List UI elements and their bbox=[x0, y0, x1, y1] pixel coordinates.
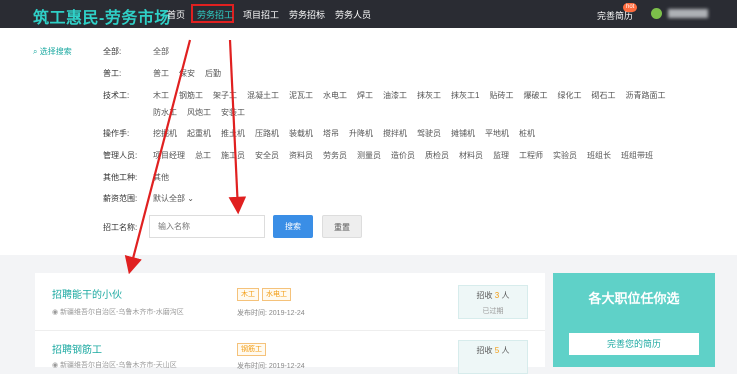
filter-row-label: 普工: bbox=[103, 69, 122, 78]
filter-option[interactable]: 普工 bbox=[153, 68, 169, 79]
filter-option[interactable]: 水电工 bbox=[323, 90, 347, 101]
filter-option[interactable]: 抹灰工 bbox=[417, 90, 441, 101]
filter-option[interactable]: 抹灰工1 bbox=[451, 90, 479, 101]
filter-option[interactable]: 沥青路面工 bbox=[626, 90, 666, 101]
nav-labor-recruit[interactable]: 劳务招工 bbox=[197, 8, 233, 21]
filter-option[interactable]: 工程师 bbox=[519, 150, 543, 161]
filter-option[interactable]: 监理 bbox=[493, 150, 509, 161]
name-label: 招工名称: bbox=[103, 223, 138, 232]
reset-button[interactable]: 重置 bbox=[322, 215, 362, 238]
filter-option[interactable]: 劳务员 bbox=[323, 150, 347, 161]
filter-row-label: 其他工种: bbox=[103, 173, 138, 182]
search-icon: ⌕ bbox=[33, 47, 38, 56]
name-input[interactable] bbox=[149, 215, 265, 238]
promo-title: 各大职位任你选 bbox=[588, 291, 680, 306]
recruit-status-box: 招收 5 人 bbox=[458, 340, 528, 374]
filter-option[interactable]: 钢筋工 bbox=[179, 90, 203, 101]
hot-badge: hot bbox=[623, 3, 638, 12]
filter-option[interactable]: 材料员 bbox=[459, 150, 483, 161]
job-title[interactable]: 招聘能干的小伙 bbox=[52, 286, 122, 301]
filter-option[interactable]: 塔吊 bbox=[323, 128, 339, 139]
recruit-count: 招收 3 人 bbox=[476, 291, 510, 300]
row-divider bbox=[35, 330, 545, 331]
filter-option[interactable]: 安全员 bbox=[255, 150, 279, 161]
filter-option[interactable]: 防水工 bbox=[153, 107, 177, 118]
filter-option[interactable]: 泥瓦工 bbox=[289, 90, 313, 101]
filter-row-label: 薪资范围: bbox=[103, 194, 138, 203]
location-pin-icon: ◉ bbox=[52, 309, 59, 316]
filter-row-label: 全部: bbox=[103, 47, 122, 56]
job-title[interactable]: 招聘钢筋工 bbox=[52, 341, 102, 356]
filter-option[interactable]: 贴砖工 bbox=[490, 90, 514, 101]
filter-row-label: 操作手: bbox=[103, 129, 130, 138]
filter-option[interactable]: 质检员 bbox=[425, 150, 449, 161]
filter-option[interactable]: 绿化工 bbox=[558, 90, 582, 101]
publish-date: 发布时间: 2019-12-24 bbox=[237, 363, 305, 370]
filter-option[interactable]: 推土机 bbox=[221, 128, 245, 139]
filter-option[interactable]: 油漆工 bbox=[383, 90, 407, 101]
job-tag: 钢筋工 bbox=[237, 343, 266, 356]
filter-option[interactable]: 实验员 bbox=[553, 150, 577, 161]
filter-option[interactable]: 安装工 bbox=[221, 107, 245, 118]
nav-labor-workers[interactable]: 劳务人员 bbox=[335, 8, 371, 21]
filter-option[interactable]: 升降机 bbox=[349, 128, 373, 139]
expired-status: 已过期 bbox=[482, 308, 504, 315]
filter-option[interactable]: 保安 bbox=[179, 68, 195, 79]
filter-option[interactable]: 其他 bbox=[153, 172, 169, 183]
filter-option[interactable]: 造价员 bbox=[391, 150, 415, 161]
filter-option[interactable]: 爆破工 bbox=[524, 90, 548, 101]
filter-option[interactable]: 搅拌机 bbox=[383, 128, 407, 139]
job-tag: 水电工 bbox=[262, 288, 291, 301]
filter-option[interactable]: 后勤 bbox=[205, 68, 221, 79]
user-avatar[interactable] bbox=[651, 8, 662, 19]
filter-option[interactable]: 测量员 bbox=[357, 150, 381, 161]
filter-option[interactable]: 焊工 bbox=[357, 90, 373, 101]
filter-option[interactable]: 压路机 bbox=[255, 128, 279, 139]
filter-row-label: 管理人员: bbox=[103, 151, 138, 160]
search-toggle-label: 选择搜索 bbox=[39, 47, 72, 56]
filter-option[interactable]: 驾驶员 bbox=[417, 128, 441, 139]
filter-option[interactable]: 默认全部 ⌄ bbox=[153, 193, 194, 204]
filter-option[interactable]: 平地机 bbox=[485, 128, 509, 139]
filter-option[interactable]: 装载机 bbox=[289, 128, 313, 139]
filter-option[interactable]: 风炮工 bbox=[187, 107, 211, 118]
filter-option[interactable]: 施工员 bbox=[221, 150, 245, 161]
username-blurred[interactable] bbox=[668, 9, 708, 18]
complete-resume-button[interactable]: 完善您的简历 bbox=[569, 333, 699, 355]
nav-home[interactable]: 首页 bbox=[167, 8, 185, 21]
filter-option[interactable]: 架子工 bbox=[213, 90, 237, 101]
recruit-count: 招收 5 人 bbox=[476, 346, 510, 355]
search-button[interactable]: 搜索 bbox=[273, 215, 313, 238]
filter-option[interactable]: 项目经理 bbox=[153, 150, 185, 161]
filter-option[interactable]: 木工 bbox=[153, 90, 169, 101]
filter-option[interactable]: 总工 bbox=[195, 150, 211, 161]
recruit-status-box: 招收 3 人 已过期 bbox=[458, 285, 528, 319]
filter-option[interactable]: 摊铺机 bbox=[451, 128, 475, 139]
filter-option[interactable]: 挖掘机 bbox=[153, 128, 177, 139]
search-toggle[interactable]: ⌕ 选择搜索 bbox=[33, 46, 72, 57]
filter-row-label: 技术工: bbox=[103, 91, 130, 100]
filter-option[interactable]: 混凝土工 bbox=[247, 90, 279, 101]
job-location: ◉ 新疆维吾尔自治区-乌鲁木齐市-天山区 bbox=[52, 362, 177, 369]
top-navbar: 筑工惠民-劳务市场 首页 劳务招工 项目招工 劳务招标 劳务人员 完善简历 ho… bbox=[0, 0, 737, 28]
filter-option[interactable]: 资料员 bbox=[289, 150, 313, 161]
filter-panel bbox=[0, 28, 737, 255]
filter-option[interactable]: 桩机 bbox=[519, 128, 535, 139]
nav-labor-bidding[interactable]: 劳务招标 bbox=[289, 8, 325, 21]
nav-project-recruit[interactable]: 项目招工 bbox=[243, 8, 279, 21]
publish-date: 发布时间: 2019-12-24 bbox=[237, 310, 305, 317]
promo-panel: 各大职位任你选 完善您的简历 bbox=[553, 273, 715, 367]
filter-option[interactable]: 班组带班 bbox=[621, 150, 653, 161]
job-location: ◉ 新疆维吾尔自治区-乌鲁木齐市-水磨沟区 bbox=[52, 309, 184, 316]
filter-option[interactable]: 起重机 bbox=[187, 128, 211, 139]
filter-option[interactable]: 全部 bbox=[153, 46, 169, 57]
filter-option[interactable]: 砌石工 bbox=[592, 90, 616, 101]
site-logo[interactable]: 筑工惠民-劳务市场 bbox=[33, 4, 171, 28]
filter-option[interactable]: 班组长 bbox=[587, 150, 611, 161]
job-tag: 木工 bbox=[237, 288, 259, 301]
location-pin-icon: ◉ bbox=[52, 362, 59, 369]
